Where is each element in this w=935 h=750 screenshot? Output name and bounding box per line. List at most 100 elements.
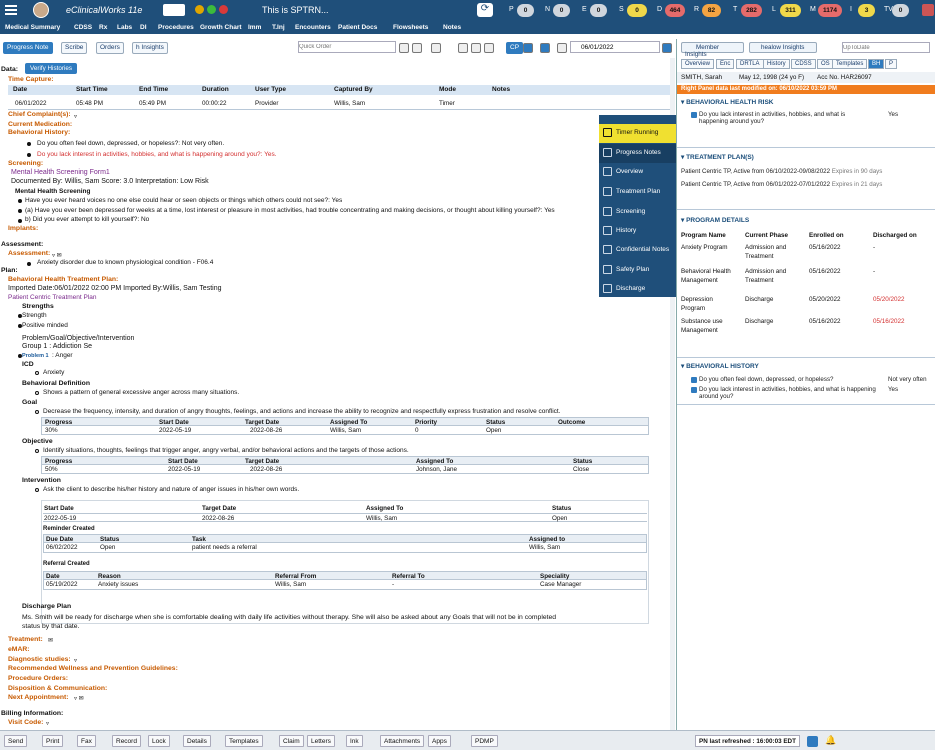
- settings-icon[interactable]: [922, 4, 934, 16]
- menu-item[interactable]: Flowsheets: [393, 24, 428, 31]
- copy-icon[interactable]: [523, 43, 533, 53]
- counter-badge[interactable]: 1174: [818, 4, 842, 17]
- menu-icon[interactable]: [5, 5, 17, 16]
- chief-complaint-icon[interactable]: ▿: [74, 113, 77, 120]
- counter-badge[interactable]: 282: [741, 4, 762, 17]
- side-menu-item[interactable]: Timer Running: [599, 124, 676, 143]
- side-menu-label: History: [616, 227, 637, 234]
- date-field[interactable]: [570, 41, 660, 53]
- counter-badge[interactable]: 0: [517, 4, 534, 17]
- avatar[interactable]: [33, 2, 49, 18]
- counter-badge[interactable]: 3: [858, 4, 875, 17]
- divider: [677, 209, 935, 210]
- visit-code-icon[interactable]: ▿: [46, 720, 49, 727]
- right-tab-history[interactable]: History: [763, 59, 790, 69]
- menu-item[interactable]: Labs: [117, 24, 132, 31]
- counter-badge[interactable]: 464: [665, 4, 685, 17]
- menu-item[interactable]: Procedures: [158, 24, 194, 31]
- menu-item[interactable]: T.Inj: [272, 24, 285, 31]
- cp-button[interactable]: CP: [506, 42, 524, 54]
- right-tab-templates[interactable]: Templates: [832, 59, 868, 69]
- counter-badge[interactable]: 0: [590, 4, 607, 17]
- filter-icon[interactable]: [458, 43, 468, 53]
- goal-table-header: Progress Start Date Target Date Assigned To…: [41, 417, 649, 426]
- status-dot-green[interactable]: [207, 5, 216, 14]
- side-menu-item[interactable]: Discharge: [599, 280, 676, 299]
- star-icon[interactable]: [431, 43, 441, 53]
- counter-badge[interactable]: 0: [627, 4, 647, 17]
- side-menu-item[interactable]: Overview: [599, 163, 676, 182]
- side-menu-icon: [603, 226, 612, 235]
- right-tab-overview[interactable]: Overview: [681, 59, 715, 69]
- right-tab-p[interactable]: P: [885, 59, 898, 69]
- menu-item[interactable]: Growth Chart: [200, 24, 242, 31]
- side-menu-item[interactable]: Screening: [599, 203, 676, 222]
- side-menu-item[interactable]: Confidential Notes: [599, 241, 676, 260]
- time-capture-cell: Provider: [255, 100, 279, 107]
- side-menu-item[interactable]: Safety Plan: [599, 261, 676, 280]
- right-tab-cdss[interactable]: CDSS: [791, 59, 816, 69]
- status-dot-yellow[interactable]: [195, 5, 204, 14]
- assessment-edit-icon[interactable]: ▿ ✉: [52, 252, 62, 259]
- objective-col: Progress: [45, 458, 73, 465]
- nav-prev-icon[interactable]: [412, 43, 422, 53]
- bell-icon[interactable]: 🔔: [825, 735, 836, 746]
- menu-item[interactable]: DI: [140, 24, 147, 31]
- menu-item[interactable]: Notes: [443, 24, 461, 31]
- bottom-claim-button[interactable]: Claim: [279, 735, 304, 747]
- verify-histories-button[interactable]: Verify Histories: [25, 63, 77, 74]
- objective-item: Identify situations, thoughts, feelings …: [43, 447, 409, 454]
- menu-item[interactable]: Imm: [248, 24, 261, 31]
- bottom-pdmp-button[interactable]: PDMP: [471, 735, 498, 747]
- sort-icon[interactable]: [484, 43, 494, 53]
- counter-badge[interactable]: 0: [553, 4, 570, 17]
- side-menu-item[interactable]: History: [599, 222, 676, 241]
- bottom-lock-button[interactable]: Lock: [148, 735, 170, 747]
- bottom-details-button[interactable]: Details: [183, 735, 211, 747]
- menu-item[interactable]: Patient Docs: [338, 24, 377, 31]
- healow-insights-button[interactable]: healow Insights: [749, 42, 817, 53]
- history-answer: Not very often: [888, 376, 927, 383]
- member-insights-button[interactable]: Member Insights: [681, 42, 744, 58]
- right-tab-bh[interactable]: BH: [868, 59, 885, 69]
- menu-item[interactable]: CDSS: [74, 24, 92, 31]
- bottom-fax-button[interactable]: Fax: [77, 735, 96, 747]
- insights-button[interactable]: h Insights: [132, 42, 168, 54]
- menu-item[interactable]: Medical Summary: [5, 24, 60, 31]
- orders-button[interactable]: Orders: [96, 42, 124, 54]
- bottom-ink-button[interactable]: Ink: [346, 735, 363, 747]
- next-appointment-icon[interactable]: ▿ ✉: [74, 695, 84, 702]
- refresh-icon[interactable]: ⟳: [477, 3, 493, 17]
- status-dot-red[interactable]: [219, 5, 228, 14]
- calendar-icon[interactable]: [662, 43, 672, 53]
- search-icon[interactable]: [399, 43, 409, 53]
- right-tab-enc[interactable]: Enc: [716, 59, 735, 69]
- screen-icon[interactable]: [557, 43, 567, 53]
- progress-note-button[interactable]: Progress Note: [3, 42, 53, 54]
- menu-item[interactable]: Rx: [99, 24, 107, 31]
- quick-order-input[interactable]: [298, 41, 396, 53]
- right-tab-drtla[interactable]: DRTLA: [736, 59, 764, 69]
- bottom-apps-button[interactable]: Apps: [428, 735, 451, 747]
- counter-badge[interactable]: 82: [702, 4, 721, 17]
- counter-badge[interactable]: 311: [780, 4, 801, 17]
- uptodate-search-input[interactable]: [842, 42, 930, 53]
- bottom-templates-button[interactable]: Templates: [225, 735, 263, 747]
- side-menu-item[interactable]: Treatment Plan: [599, 183, 676, 202]
- bottom-letters-button[interactable]: Letters: [307, 735, 335, 747]
- bottom-attachments-button[interactable]: Attachments: [380, 735, 425, 747]
- diagnostic-icon[interactable]: ▿: [74, 657, 77, 664]
- counter-badge[interactable]: 0: [892, 4, 909, 17]
- bottom-record-button[interactable]: Record: [112, 735, 141, 747]
- bottom-send-button[interactable]: Send: [4, 735, 28, 747]
- layout-icon[interactable]: [471, 43, 481, 53]
- treatment-icon[interactable]: ✉: [48, 637, 53, 644]
- menu-item[interactable]: Encounters: [295, 24, 331, 31]
- bottom-print-button[interactable]: Print: [42, 735, 64, 747]
- user-switch-icon[interactable]: [163, 4, 185, 16]
- print-icon[interactable]: [540, 43, 550, 53]
- time-capture-row: 06/01/2022 05:48 PM 05:49 PM 00:00:22 Provid…: [8, 99, 671, 109]
- scribe-button[interactable]: Scribe: [61, 42, 88, 54]
- refresh-note-icon[interactable]: [807, 736, 818, 747]
- side-menu-item[interactable]: Progress Notes: [599, 144, 676, 163]
